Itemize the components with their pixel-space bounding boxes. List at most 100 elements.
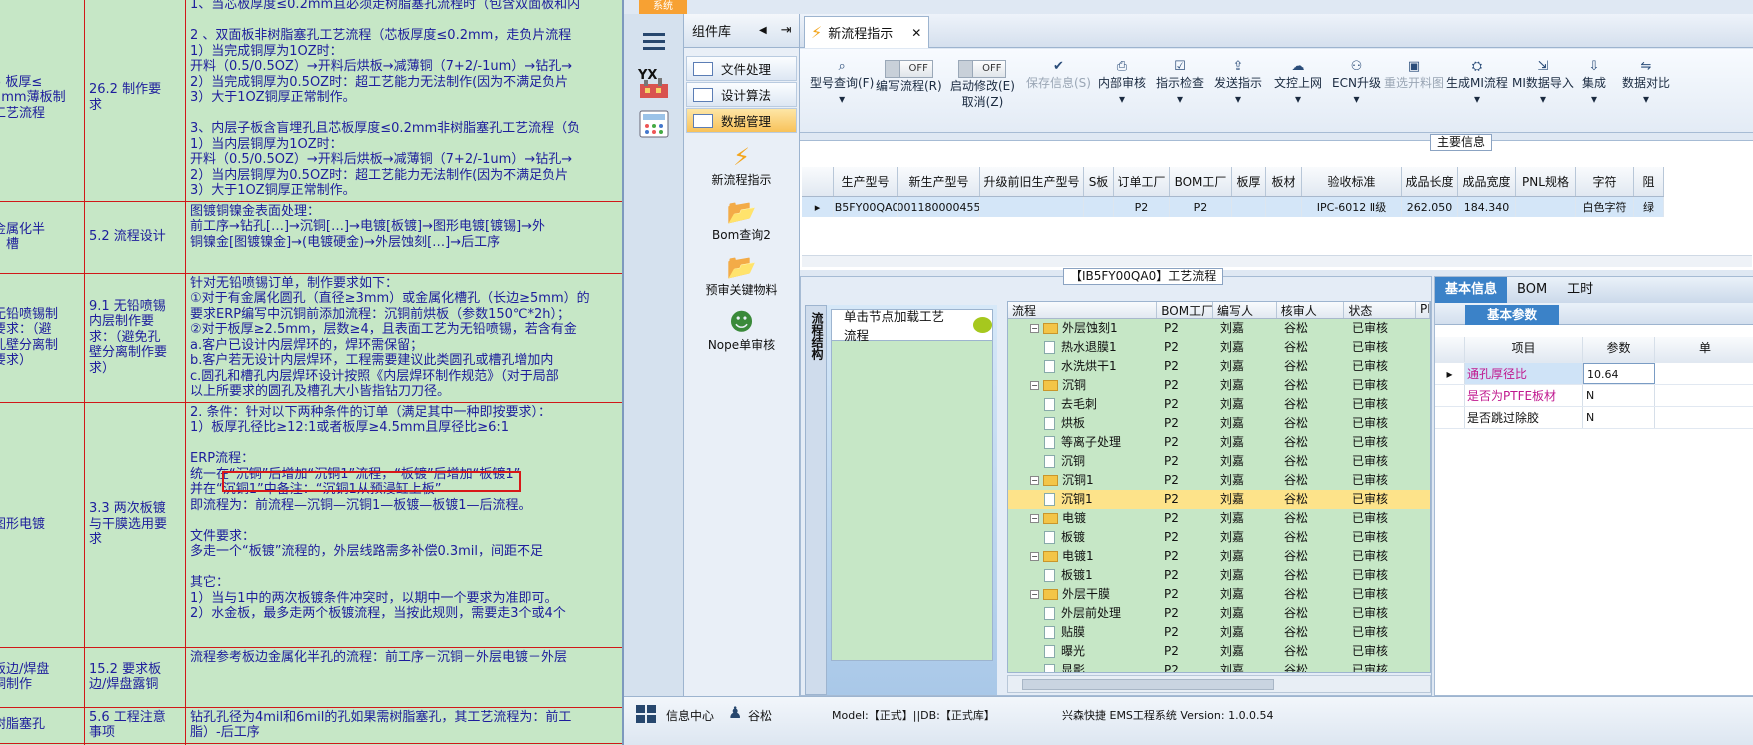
dropdown-arrow-icon[interactable]: ▾ — [1332, 91, 1381, 107]
dropdown-arrow-icon[interactable]: ▾ — [1274, 91, 1322, 107]
tree-node[interactable]: 显影 — [1008, 661, 1158, 672]
grid-cell[interactable] — [1516, 197, 1576, 217]
grid-cell[interactable]: 绿 — [1634, 197, 1664, 217]
grid-column-header[interactable]: 字符 — [1576, 167, 1634, 196]
subtab-basic-params[interactable]: 基本参数 — [1465, 305, 1559, 325]
menu-item-1[interactable]: 文件处理 — [686, 56, 797, 81]
grid-column-header[interactable]: 验收标准 — [1302, 167, 1402, 196]
close-icon[interactable]: ✕ — [911, 26, 921, 40]
grid-column-header[interactable]: 生产型号 — [834, 167, 898, 196]
grid-column-header[interactable]: 升级前旧生产型号 — [980, 167, 1084, 196]
grid-cell[interactable]: 184.340 — [1458, 197, 1516, 217]
ribbon-button-8[interactable]: ☁ 文控上网 ▾ — [1274, 59, 1322, 107]
hamburger-menu-icon[interactable] — [632, 22, 676, 60]
tab-new-flow[interactable]: ⚡ 新流程指示 ✕ — [804, 16, 929, 48]
dropdown-arrow-icon[interactable]: ▾ — [1446, 91, 1508, 107]
toggle-icon[interactable]: OFF — [884, 60, 933, 78]
yx-factory-icon[interactable]: YX — [632, 64, 676, 102]
right-tab-2[interactable]: BOM — [1507, 277, 1557, 303]
tree-row[interactable]: − 外层干膜 P2 刘嘉 谷松 已审核 — [1008, 585, 1430, 604]
dropdown-arrow-icon[interactable]: ▾ — [1156, 91, 1204, 107]
param-column-header[interactable]: 单 — [1655, 337, 1753, 362]
tree-row[interactable]: 去毛刺 P2 刘嘉 谷松 已审核 — [1008, 395, 1430, 414]
collapse-icon[interactable]: − — [1030, 381, 1039, 390]
dropdown-arrow-icon[interactable]: ▾ — [1582, 91, 1606, 107]
tree-row[interactable]: − 电镀 P2 刘嘉 谷松 已审核 — [1008, 509, 1430, 528]
tree-node[interactable]: 板镀1 — [1008, 566, 1158, 585]
tree-node[interactable]: − 电镀1 — [1008, 547, 1158, 566]
grid-cell[interactable] — [1266, 197, 1302, 217]
tool-1[interactable]: ⚡ 新流程指示 — [684, 143, 799, 188]
grid-icon[interactable] — [636, 705, 656, 723]
tree-row[interactable]: 热水退膜1 P2 刘嘉 谷松 已审核 — [1008, 338, 1430, 357]
ribbon-button-5[interactable]: ⎙ 内部审核 ▾ — [1098, 59, 1146, 107]
tree-node[interactable]: 热水退膜1 — [1008, 338, 1158, 357]
scroll-thumb[interactable] — [1022, 679, 1274, 690]
tree-node[interactable]: − 外层蚀刻1 — [1008, 319, 1158, 338]
grid-column-header[interactable]: BOM工厂 — [1170, 167, 1232, 196]
collapse-icon[interactable]: − — [1030, 552, 1039, 561]
ribbon-button-3[interactable]: OFF 启动修改(E) 取消(Z) — [950, 59, 1015, 110]
tree-node[interactable]: 等离子处理 — [1008, 433, 1158, 452]
tree-node[interactable]: 沉铜1 — [1008, 490, 1158, 509]
tree-row[interactable]: 沉铜 P2 刘嘉 谷松 已审核 — [1008, 452, 1430, 471]
tree-column-header[interactable]: 编写人 — [1213, 302, 1277, 318]
tree-row[interactable]: 水洗烘干1 P2 刘嘉 谷松 已审核 — [1008, 357, 1430, 376]
tree-column-header[interactable]: 核审人 — [1277, 302, 1345, 318]
param-column-header[interactable]: 参数 — [1583, 337, 1655, 362]
tree-row[interactable]: − 沉铜1 P2 刘嘉 谷松 已审核 — [1008, 471, 1430, 490]
tree-row[interactable]: − 外层蚀刻1 P2 刘嘉 谷松 已审核 — [1008, 319, 1430, 338]
tree-row[interactable]: 板镀1 P2 刘嘉 谷松 已审核 — [1008, 566, 1430, 585]
grid-cell[interactable]: IPC-6012 Ⅱ级 — [1302, 197, 1402, 217]
tree-row[interactable]: 烘板 P2 刘嘉 谷松 已审核 — [1008, 414, 1430, 433]
tree-row[interactable]: 曝光 P2 刘嘉 谷松 已审核 — [1008, 642, 1430, 661]
tree-node[interactable]: 烘板 — [1008, 414, 1158, 433]
grid-cell[interactable]: IB5FY00QA0 — [834, 197, 898, 217]
tree-column-header[interactable]: 流程 — [1008, 302, 1158, 318]
grid-column-header[interactable]: 阻 — [1634, 167, 1664, 196]
ribbon-button-14[interactable]: ⇋ 数据对比 ▾ — [1622, 59, 1670, 107]
tree-node[interactable]: 板镀 — [1008, 528, 1158, 547]
grid-row[interactable]: ▸IB5FY00QA010011800004555 P2P2 IPC-6012 Ⅱ级… — [802, 197, 1664, 217]
grid-cell[interactable]: 10011800004555 — [898, 197, 980, 217]
tree-node[interactable]: − 外层干膜 — [1008, 585, 1158, 604]
tree-row[interactable]: 外层前处理 P2 刘嘉 谷松 已审核 — [1008, 604, 1430, 623]
ribbon-button-2[interactable]: OFF 编写流程(R) — [876, 59, 942, 94]
grid-column-header[interactable]: S板 — [1084, 167, 1114, 196]
right-tab-1[interactable]: 基本信息 — [1435, 277, 1508, 303]
param-value[interactable]: 10.64 — [1583, 363, 1655, 384]
tree-node[interactable]: 水洗烘干1 — [1008, 357, 1158, 376]
tree-node[interactable]: − 沉铜 — [1008, 376, 1158, 395]
grid-column-header[interactable]: 板材 — [1266, 167, 1302, 196]
grid-cell[interactable] — [1084, 197, 1114, 217]
tree-node[interactable]: 外层前处理 — [1008, 604, 1158, 623]
toggle-icon[interactable]: OFF — [958, 60, 1007, 78]
tool-3[interactable]: 📂 预审关键物料 — [684, 253, 799, 298]
grid-column-header[interactable]: 订单工厂 — [1114, 167, 1170, 196]
tree-row[interactable]: 显影 P2 刘嘉 谷松 已审核 — [1008, 661, 1430, 672]
dropdown-arrow-icon[interactable]: ▾ — [1512, 91, 1574, 107]
dropdown-arrow-icon[interactable]: ▾ — [1214, 91, 1262, 107]
grid-column-header[interactable]: 成品长度 — [1402, 167, 1458, 196]
tree-column-header[interactable]: BOM工厂 — [1157, 302, 1213, 318]
menu-item-3[interactable]: 数据管理 — [686, 108, 797, 133]
tree-row[interactable]: 等离子处理 P2 刘嘉 谷松 已审核 — [1008, 433, 1430, 452]
grid-column-header[interactable]: 板厚 — [1232, 167, 1266, 196]
param-value[interactable]: N — [1583, 407, 1655, 428]
ribbon-button-11[interactable]: ⛭ 生成MI流程 ▾ — [1446, 59, 1508, 107]
horizontal-scrollbar[interactable] — [802, 255, 1752, 267]
ribbon-button-4[interactable]: ✔ 保存信息(S) — [1026, 59, 1091, 91]
ribbon-button-9[interactable]: ⚇ ECN升级 ▾ — [1332, 59, 1381, 107]
ribbon-button-12[interactable]: ⇲ MI数据导入 ▾ — [1512, 59, 1574, 107]
grid-column-header[interactable]: 新生产型号 — [898, 167, 980, 196]
grid-cell[interactable]: 262.050 — [1402, 197, 1458, 217]
tree-column-header[interactable]: 状态 — [1344, 302, 1417, 318]
system-tab[interactable]: 系统 — [639, 0, 687, 14]
menu-item-2[interactable]: 设计算法 — [686, 82, 797, 107]
dropdown-arrow-icon[interactable]: ▾ — [1622, 91, 1670, 107]
param-value[interactable]: N — [1583, 385, 1655, 406]
param-row[interactable]: 是否跳过除胶 N — [1435, 407, 1753, 429]
param-column-header[interactable]: 项目 — [1465, 337, 1583, 362]
param-row[interactable]: 是否为PTFE板材 N — [1435, 385, 1753, 407]
tool-2[interactable]: 📂 Bom查询2 — [684, 198, 799, 243]
